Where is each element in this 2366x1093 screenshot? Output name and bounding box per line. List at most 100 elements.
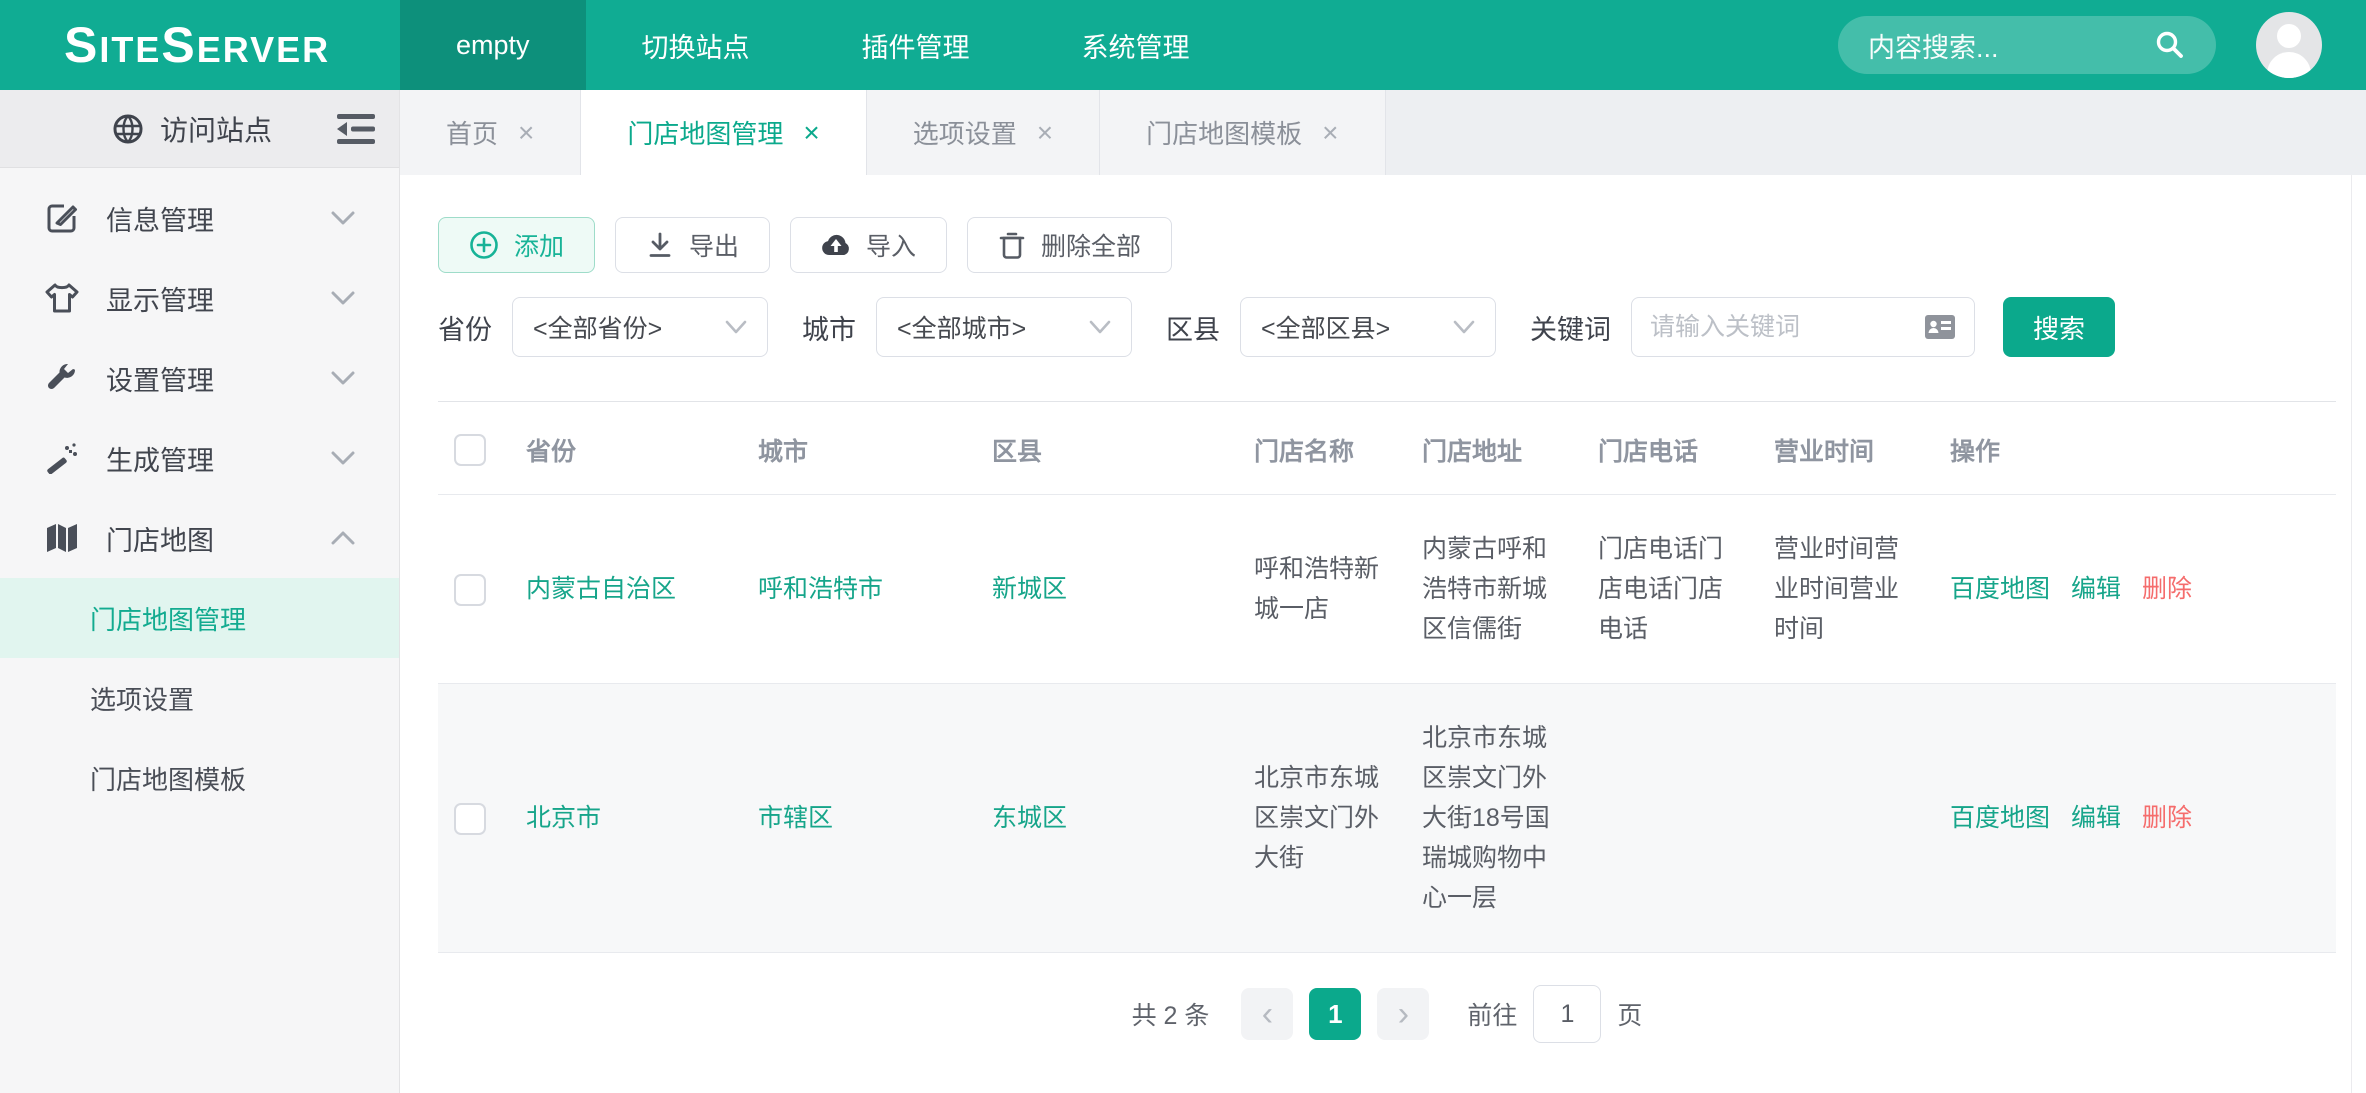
- business-hours-cell: [1758, 684, 1934, 953]
- store-address-cell: 北京市东城区崇文门外大街18号国瑞城购物中心一层: [1406, 684, 1582, 953]
- next-page-button[interactable]: ›: [1377, 988, 1429, 1040]
- sidebar-header: 访问站点: [0, 90, 399, 168]
- tab-label: 选项设置: [913, 114, 1017, 151]
- tab-store-map-template[interactable]: 门店地图模板 ×: [1100, 90, 1385, 175]
- store-map-submenu: 门店地图管理 选项设置 门店地图模板: [0, 578, 399, 818]
- chevron-down-icon: [331, 370, 355, 386]
- tab-home[interactable]: 首页 ×: [400, 90, 581, 175]
- goto-label: 前往: [1467, 996, 1517, 1032]
- tab-store-map-management[interactable]: 门店地图管理 ×: [581, 90, 866, 175]
- content-search-input[interactable]: 内容搜索...: [1838, 16, 2216, 74]
- tab-option-settings[interactable]: 选项设置 ×: [867, 90, 1100, 175]
- scrollbar-track[interactable]: [2351, 175, 2366, 1093]
- city-label: 城市: [802, 308, 856, 347]
- search-icon: [2154, 29, 2186, 61]
- sidebar-menu: 信息管理 显示管理 设置管理 生成管理: [0, 168, 399, 818]
- sidebar-item-settings-management[interactable]: 设置管理: [0, 338, 399, 418]
- sidebar-item-display-management[interactable]: 显示管理: [0, 258, 399, 338]
- city-link[interactable]: 市辖区: [758, 804, 833, 832]
- map-icon: [44, 523, 80, 553]
- district-select[interactable]: <全部区县>: [1240, 297, 1496, 357]
- district-link[interactable]: 东城区: [992, 804, 1067, 832]
- chevron-left-icon: ‹: [1262, 997, 1273, 1031]
- search-button[interactable]: 搜索: [2003, 297, 2115, 357]
- sidebar-subitem-store-map-management[interactable]: 门店地图管理: [0, 578, 399, 658]
- content-search-placeholder: 内容搜索...: [1868, 26, 1999, 65]
- store-table: 省份 城市 区县 门店名称 门店地址 门店电话 营业时间 操作: [438, 402, 2336, 953]
- total-count: 共 2 条: [1132, 996, 1210, 1032]
- tab-label: 门店地图管理: [627, 114, 783, 151]
- sidebar-item-generate-management[interactable]: 生成管理: [0, 418, 399, 498]
- topnav-item-site-empty[interactable]: empty: [400, 0, 586, 90]
- column-header-district: 区县: [976, 402, 1238, 495]
- pagination: 共 2 条 ‹ 1 › 前往 页: [438, 985, 2336, 1043]
- add-button[interactable]: 添加: [438, 217, 595, 273]
- topnav-label: 切换站点: [642, 26, 750, 65]
- edit-link[interactable]: 编辑: [2071, 575, 2121, 603]
- siteserver-logo[interactable]: SITESERVER: [0, 0, 400, 90]
- province-select-value: <全部省份>: [533, 309, 662, 345]
- delete-link[interactable]: 删除: [2142, 575, 2192, 603]
- district-link[interactable]: 新城区: [992, 575, 1067, 603]
- keyword-input[interactable]: [1650, 313, 1914, 342]
- keyword-label: 关键词: [1530, 308, 1611, 347]
- sidebar-item-info-management[interactable]: 信息管理: [0, 178, 399, 258]
- delete-all-button[interactable]: 删除全部: [967, 217, 1172, 273]
- app: SITESERVER empty 切换站点 插件管理 系统管理 内容搜索... …: [0, 0, 2366, 1093]
- sidebar-subitem-option-settings[interactable]: 选项设置: [0, 658, 399, 738]
- goto-page-input[interactable]: [1533, 985, 1601, 1043]
- sidebar-item-label: 门店地图: [106, 519, 214, 558]
- table-header: 省份 城市 区县 门店名称 门店地址 门店电话 营业时间 操作: [438, 402, 2336, 495]
- baidu-map-link[interactable]: 百度地图: [1950, 575, 2050, 603]
- select-all-checkbox[interactable]: [454, 434, 486, 466]
- delete-link[interactable]: 删除: [2142, 804, 2192, 832]
- import-button[interactable]: 导入: [790, 217, 947, 273]
- store-address-cell: 内蒙古呼和浩特市新城区信儒街: [1406, 495, 1582, 684]
- topnav-item-switch-site[interactable]: 切换站点: [586, 0, 806, 90]
- edit-link[interactable]: 编辑: [2071, 804, 2121, 832]
- topnav-item-system-management[interactable]: 系统管理: [1026, 0, 1246, 90]
- wrench-icon: [44, 362, 80, 394]
- avatar-person-icon: [2277, 24, 2301, 48]
- chevron-down-icon: [331, 210, 355, 226]
- sidebar-item-store-map[interactable]: 门店地图: [0, 498, 399, 578]
- close-icon[interactable]: ×: [518, 119, 534, 147]
- sidebar-item-label: 设置管理: [106, 359, 214, 398]
- row-checkbox[interactable]: [454, 803, 486, 835]
- close-icon[interactable]: ×: [1037, 119, 1053, 147]
- menu-fold-icon: [337, 114, 375, 144]
- sidebar-item-label: 生成管理: [106, 439, 214, 478]
- province-select[interactable]: <全部省份>: [512, 297, 768, 357]
- city-link[interactable]: 呼和浩特市: [758, 575, 883, 603]
- close-icon[interactable]: ×: [1322, 119, 1338, 147]
- baidu-map-link[interactable]: 百度地图: [1950, 804, 2050, 832]
- table-row: 内蒙古自治区 呼和浩特市 新城区 呼和浩特新城一店 内蒙古呼和浩特市新城区信儒街…: [438, 495, 2336, 684]
- province-link[interactable]: 北京市: [526, 804, 601, 832]
- table-row: 北京市 市辖区 东城区 北京市东城区崇文门外大街 北京市东城区崇文门外大街18号…: [438, 684, 2336, 953]
- chevron-down-icon: [1453, 320, 1475, 334]
- chevron-up-icon: [331, 530, 355, 546]
- filter-row: 省份 <全部省份> 城市 <全部城市> 区县 <全部区县>: [438, 297, 2336, 357]
- id-card-icon: [1924, 314, 1956, 340]
- topnav: empty 切换站点 插件管理 系统管理: [400, 0, 1246, 90]
- column-header-city: 城市: [742, 402, 976, 495]
- province-link[interactable]: 内蒙古自治区: [526, 575, 676, 603]
- sidebar-subitem-store-map-template[interactable]: 门店地图模板: [0, 738, 399, 818]
- store-name-cell: 呼和浩特新城一店: [1238, 495, 1406, 684]
- close-icon[interactable]: ×: [803, 119, 819, 147]
- prev-page-button[interactable]: ‹: [1241, 988, 1293, 1040]
- row-checkbox[interactable]: [454, 574, 486, 606]
- user-avatar[interactable]: [2256, 12, 2322, 78]
- visit-site-button[interactable]: 访问站点: [160, 109, 272, 149]
- city-select[interactable]: <全部城市>: [876, 297, 1132, 357]
- sidebar-item-label: 信息管理: [106, 199, 214, 238]
- tab-label: 门店地图模板: [1146, 114, 1302, 151]
- page-1-button[interactable]: 1: [1309, 988, 1361, 1040]
- sidebar-collapse-button[interactable]: [337, 114, 375, 144]
- content: 添加 导出 导入 删除全部: [400, 175, 2366, 1093]
- topnav-item-plugin-management[interactable]: 插件管理: [806, 0, 1026, 90]
- trash-icon: [998, 231, 1026, 259]
- chevron-right-icon: ›: [1398, 997, 1409, 1031]
- chevron-down-icon: [725, 320, 747, 334]
- export-button[interactable]: 导出: [615, 217, 770, 273]
